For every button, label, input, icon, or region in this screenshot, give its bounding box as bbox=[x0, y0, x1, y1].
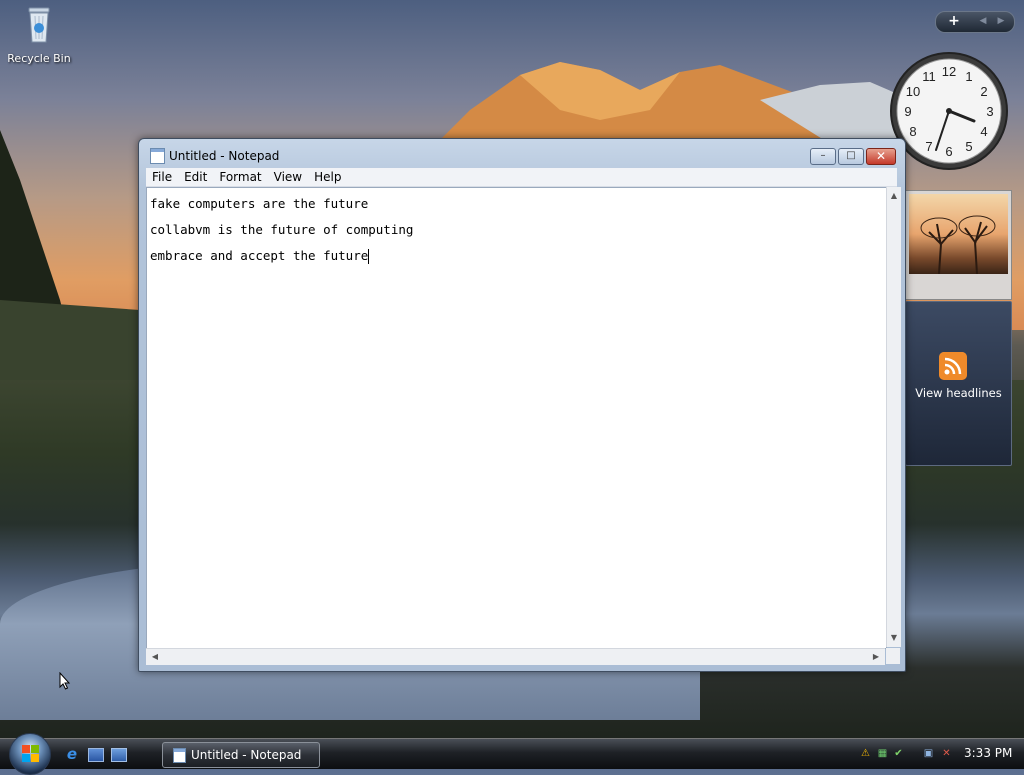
start-button[interactable] bbox=[9, 733, 51, 775]
show-desktop-icon[interactable] bbox=[88, 748, 104, 762]
text-line: embrace and accept the future bbox=[150, 248, 369, 263]
clock-numeral: 2 bbox=[980, 84, 987, 99]
clock-numeral: 12 bbox=[942, 64, 956, 79]
menu-bar: File Edit Format View Help bbox=[146, 168, 897, 187]
window-titlebar[interactable]: Untitled - Notepad – □ ✕ bbox=[139, 139, 905, 169]
taskbar-clock[interactable]: 3:33 PM bbox=[964, 746, 1012, 760]
checkmark-icon[interactable]: ✔ bbox=[892, 747, 905, 760]
scroll-left-arrow-icon[interactable]: ◀ bbox=[148, 649, 162, 665]
taskbar-button-label: Untitled - Notepad bbox=[191, 748, 302, 762]
maximize-button[interactable]: □ bbox=[838, 148, 864, 165]
internet-explorer-icon[interactable]: e bbox=[64, 746, 80, 762]
menu-help[interactable]: Help bbox=[308, 168, 347, 186]
recycle-bin-icon bbox=[28, 7, 50, 43]
clock-gadget[interactable]: 12 1 2 3 4 5 6 7 8 9 10 11 bbox=[888, 50, 1010, 172]
add-gadget-button[interactable]: + bbox=[942, 13, 966, 30]
network-icon[interactable]: ▦ bbox=[876, 747, 889, 760]
recycle-bin-label: Recycle Bin bbox=[7, 52, 71, 65]
text-line: collabvm is the future of computing bbox=[150, 222, 414, 237]
scroll-up-arrow-icon[interactable]: ▲ bbox=[887, 189, 901, 203]
volume-muted-icon[interactable]: ✕ bbox=[940, 747, 953, 760]
shield-warning-icon[interactable]: ⚠ bbox=[859, 747, 872, 760]
menu-view[interactable]: View bbox=[268, 168, 308, 186]
taskbar: e Untitled - Notepad ⚠ ▦ ✔ ▣ ✕ 3:33 PM bbox=[0, 733, 1024, 775]
notepad-window: Untitled - Notepad – □ ✕ File Edit Format V… bbox=[138, 138, 906, 672]
system-tray: ⚠ ▦ ✔ ▣ ✕ 3:33 PM bbox=[850, 739, 1024, 769]
previous-gadgets-button[interactable]: ◀ bbox=[976, 14, 990, 28]
menu-edit[interactable]: Edit bbox=[178, 168, 213, 186]
notepad-icon bbox=[150, 148, 165, 164]
text-caret bbox=[368, 249, 370, 264]
close-button[interactable]: ✕ bbox=[866, 148, 896, 165]
clock-numeral: 6 bbox=[945, 144, 952, 159]
text-line: fake computers are the future bbox=[150, 196, 369, 211]
rss-icon bbox=[939, 352, 967, 380]
next-gadgets-button[interactable]: ▶ bbox=[994, 14, 1008, 28]
scroll-right-arrow-icon[interactable]: ▶ bbox=[869, 649, 883, 665]
menu-file[interactable]: File bbox=[146, 168, 178, 186]
clock-numeral: 7 bbox=[925, 139, 932, 154]
editor-content: fake computers are the future collabvm i… bbox=[147, 188, 886, 272]
slideshow-image bbox=[909, 194, 1008, 274]
feed-headlines-gadget[interactable]: View headlines bbox=[905, 301, 1012, 466]
recycle-bin[interactable]: Recycle Bin bbox=[6, 4, 72, 65]
text-editor-area[interactable]: fake computers are the future collabvm i… bbox=[146, 187, 887, 649]
close-icon: ✕ bbox=[875, 149, 887, 163]
resize-grip[interactable] bbox=[886, 648, 900, 664]
connection-icon[interactable]: ▣ bbox=[922, 747, 935, 760]
switch-windows-icon[interactable] bbox=[111, 748, 127, 762]
gadget-toolbar: + ◀ ▶ bbox=[935, 11, 1015, 33]
horizontal-scrollbar[interactable]: ◀ ▶ bbox=[146, 648, 885, 665]
window-title: Untitled - Notepad bbox=[169, 149, 280, 163]
vertical-scrollbar[interactable]: ▲ ▼ bbox=[886, 187, 901, 647]
clock-numeral: 9 bbox=[904, 104, 911, 119]
scroll-down-arrow-icon[interactable]: ▼ bbox=[887, 631, 901, 645]
clock-numeral: 4 bbox=[980, 124, 987, 139]
clock-numeral: 11 bbox=[922, 69, 936, 84]
minimize-button[interactable]: – bbox=[810, 148, 836, 165]
minimize-icon: – bbox=[820, 150, 826, 161]
tree-silhouette bbox=[920, 215, 996, 274]
clock-numeral: 10 bbox=[906, 84, 920, 99]
clock-numeral: 3 bbox=[986, 104, 993, 119]
notepad-icon bbox=[173, 748, 186, 763]
clock-numeral: 1 bbox=[965, 69, 972, 84]
windows-logo-icon bbox=[22, 745, 39, 762]
taskbar-button-notepad[interactable]: Untitled - Notepad bbox=[162, 742, 320, 768]
mouse-pointer-icon bbox=[59, 672, 71, 690]
maximize-icon: □ bbox=[846, 150, 856, 161]
clock-numeral: 8 bbox=[909, 124, 916, 139]
slideshow-gadget[interactable] bbox=[905, 190, 1012, 300]
view-headlines-link[interactable]: View headlines bbox=[906, 386, 1011, 400]
clock-numeral: 5 bbox=[965, 139, 972, 154]
menu-format[interactable]: Format bbox=[213, 168, 267, 186]
